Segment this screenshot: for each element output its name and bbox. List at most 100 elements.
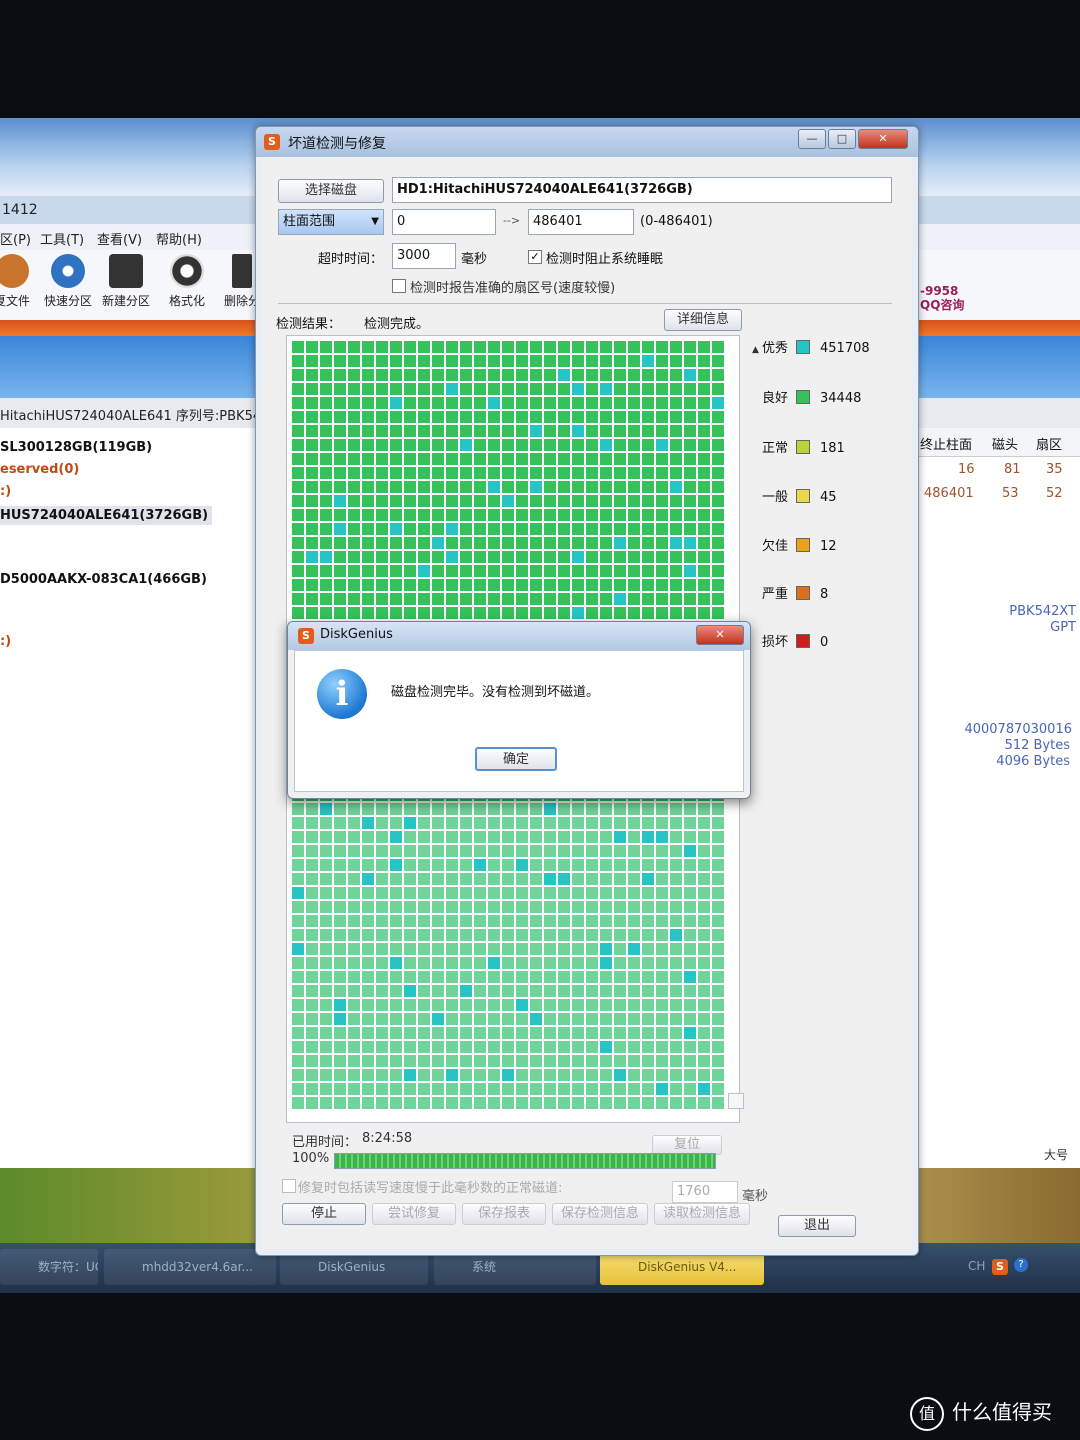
repair-ms-input[interactable]: 1760 (672, 1181, 738, 1203)
menu-partition[interactable]: 区(P) (0, 229, 31, 248)
scan-cell (711, 1082, 725, 1096)
scan-cell (515, 1082, 529, 1096)
scan-cell (459, 900, 473, 914)
tree-item-ssd[interactable]: SL300128GB(119GB) (0, 440, 152, 455)
scan-cell (403, 844, 417, 858)
save-report-button[interactable]: 保存报表 (462, 1203, 546, 1225)
timeout-input[interactable]: 3000 (392, 243, 456, 269)
tree-item-c[interactable]: :) (0, 484, 11, 499)
prevent-sleep-checkbox[interactable]: ✓ (528, 250, 542, 264)
scan-cell (711, 508, 725, 522)
scan-cell (571, 508, 585, 522)
scan-cell (459, 354, 473, 368)
scan-cell (333, 522, 347, 536)
menu-help[interactable]: 帮助(H) (156, 229, 202, 248)
details-button[interactable]: 详细信息 (664, 309, 742, 331)
scan-cell (599, 340, 613, 354)
menu-view[interactable]: 查看(V) (97, 229, 142, 248)
scan-cell (431, 1040, 445, 1054)
scan-cell (501, 536, 515, 550)
scan-cell (557, 466, 571, 480)
scan-cell (669, 1096, 683, 1110)
legend-label: 严重 (762, 587, 789, 602)
close-button[interactable]: ✕ (858, 129, 908, 149)
scan-cell (319, 1054, 333, 1068)
scan-cell (347, 914, 361, 928)
menu-tools[interactable]: 工具(T) (40, 229, 84, 248)
load-scan-info-button[interactable]: 读取检测信息 (654, 1203, 750, 1225)
scan-cell (403, 396, 417, 410)
tree-item-reserved[interactable]: eserved(0) (0, 462, 79, 477)
scan-cell (711, 1026, 725, 1040)
scan-cell (473, 564, 487, 578)
scan-cell (711, 410, 725, 424)
tree-item-partition[interactable]: :) (0, 634, 11, 649)
scan-cell (305, 606, 319, 620)
scan-cell (333, 1068, 347, 1082)
ok-button[interactable]: 确定 (475, 747, 557, 771)
select-disk-button[interactable]: 选择磁盘 (278, 179, 384, 203)
scan-cell (515, 466, 529, 480)
toolbar-quick-partition[interactable]: 快速分区 (38, 254, 98, 309)
scan-cell (333, 550, 347, 564)
tray-help-icon[interactable]: ? (1014, 1258, 1028, 1272)
toolbar-format[interactable]: 格式化 (157, 254, 217, 309)
scan-cell (543, 830, 557, 844)
scan-cell (599, 886, 613, 900)
message-box-close-button[interactable]: ✕ (696, 625, 744, 645)
scan-cell (319, 438, 333, 452)
scrollbar-thumb[interactable] (728, 1093, 744, 1109)
scan-cell (711, 900, 725, 914)
maximize-button[interactable]: □ (828, 129, 856, 149)
scan-cell (473, 1096, 487, 1110)
scan-cell (431, 480, 445, 494)
taskbar-item[interactable]: 数字符：UC城... (0, 1249, 98, 1285)
minimize-button[interactable]: — (798, 129, 826, 149)
tree-item-hitachi[interactable]: HUS724040ALE641(3726GB) (0, 506, 213, 525)
range-start-input[interactable]: 0 (392, 209, 496, 235)
report-sector-checkbox[interactable] (392, 279, 406, 293)
scroll-up-icon[interactable]: ▲ (752, 345, 759, 355)
scan-cell (599, 928, 613, 942)
exit-button[interactable]: 退出 (778, 1215, 856, 1237)
tray-diskgenius-icon[interactable]: S (992, 1259, 1008, 1275)
scan-cell (543, 956, 557, 970)
tree-item-wd[interactable]: D5000AAKX-083CA1(466GB) (0, 572, 207, 587)
scan-cell (291, 970, 305, 984)
try-repair-button[interactable]: 尝试修复 (372, 1203, 456, 1225)
scan-cell (333, 578, 347, 592)
range-type-select[interactable]: 柱面范围 ▼ (278, 209, 384, 235)
scan-cell (529, 340, 543, 354)
scan-cell (613, 1026, 627, 1040)
repair-checkbox[interactable] (282, 1179, 296, 1193)
scan-cell (291, 410, 305, 424)
scan-cell (543, 340, 557, 354)
toolbar-restore-file[interactable]: 夏文件 (0, 254, 42, 309)
scan-cell (515, 382, 529, 396)
scan-cell (431, 998, 445, 1012)
scan-cell (697, 872, 711, 886)
scan-cell (319, 802, 333, 816)
scan-cell (361, 928, 375, 942)
scan-cell (501, 928, 515, 942)
scan-cell (711, 802, 725, 816)
taskbar-item[interactable]: mhdd32ver4.6ar... (104, 1249, 276, 1285)
scan-cell (697, 1026, 711, 1040)
scan-cell (487, 844, 501, 858)
language-indicator[interactable]: CH (968, 1259, 985, 1273)
scan-cell (389, 1026, 403, 1040)
scan-cell (529, 1068, 543, 1082)
scan-cell (305, 396, 319, 410)
scan-cell (683, 1096, 697, 1110)
scan-cell (543, 606, 557, 620)
scan-cell (291, 424, 305, 438)
range-end-input[interactable]: 486401 (528, 209, 634, 235)
stop-button[interactable]: 停止 (282, 1203, 366, 1225)
scan-cell (389, 564, 403, 578)
save-scan-info-button[interactable]: 保存检测信息 (552, 1203, 648, 1225)
scan-cell (445, 606, 459, 620)
reset-button[interactable]: 复位 (652, 1135, 722, 1155)
scan-cell (543, 1096, 557, 1110)
scan-cell (403, 872, 417, 886)
toolbar-new-partition[interactable]: 新建分区 (96, 254, 156, 309)
